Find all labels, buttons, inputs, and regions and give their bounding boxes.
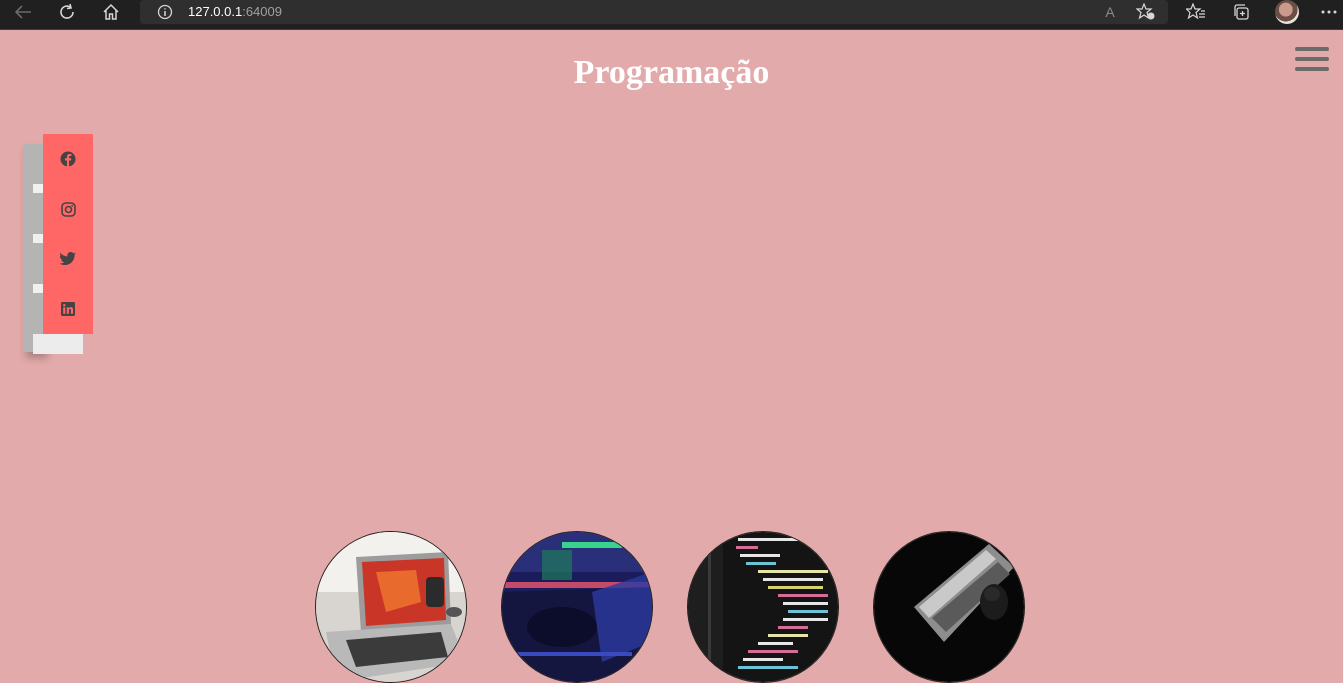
gallery-image-code-screen[interactable] [687, 531, 839, 683]
address-bar[interactable] [140, 0, 1168, 24]
hamburger-line [1295, 67, 1329, 71]
toolbar-divider [0, 29, 1343, 30]
social-bar-shadow [23, 144, 45, 352]
social-sidebar [43, 134, 93, 334]
page-title: Programação [573, 54, 770, 91]
favorites-icon[interactable] [1181, 0, 1211, 24]
back-icon[interactable] [8, 0, 38, 24]
read-aloud-icon[interactable]: A [1095, 0, 1125, 24]
social-link-linkedin[interactable] [43, 284, 93, 334]
gallery-image-hacker-laptop[interactable] [873, 531, 1025, 683]
social-tick [33, 284, 43, 293]
gallery-image-neon-keyboard[interactable] [501, 531, 653, 683]
reload-icon[interactable] [52, 0, 82, 24]
hacker-laptop-photo [874, 532, 1024, 682]
social-link-instagram[interactable] [43, 184, 93, 234]
laptop-photo [316, 532, 466, 682]
facebook-icon [60, 151, 76, 167]
read-aloud-glyph: A [1105, 4, 1115, 20]
social-tick [33, 234, 43, 243]
instagram-icon [60, 201, 76, 217]
browser-toolbar: 127.0.0.1:64009 A [0, 0, 1343, 30]
hamburger-line [1295, 47, 1329, 51]
neon-keyboard-photo [502, 532, 652, 682]
social-bar-footer [33, 334, 83, 354]
gallery-image-laptop[interactable] [315, 531, 467, 683]
add-favorite-icon[interactable] [1131, 0, 1161, 24]
twitter-icon [60, 252, 76, 265]
linkedin-icon [61, 302, 75, 316]
more-icon[interactable] [1314, 0, 1343, 24]
info-icon[interactable] [150, 0, 180, 24]
url-port: :64009 [242, 4, 282, 19]
social-link-twitter[interactable] [43, 234, 93, 284]
social-link-facebook[interactable] [43, 134, 93, 184]
social-tick [33, 184, 43, 193]
profile-avatar[interactable] [1275, 0, 1299, 24]
url-text[interactable]: 127.0.0.1:64009 [188, 4, 282, 19]
hamburger-line [1295, 57, 1329, 61]
home-icon[interactable] [96, 0, 126, 24]
hamburger-icon[interactable] [1295, 47, 1329, 73]
code-screen-photo [688, 532, 838, 682]
collections-icon[interactable] [1226, 0, 1256, 24]
url-host: 127.0.0.1 [188, 4, 243, 19]
